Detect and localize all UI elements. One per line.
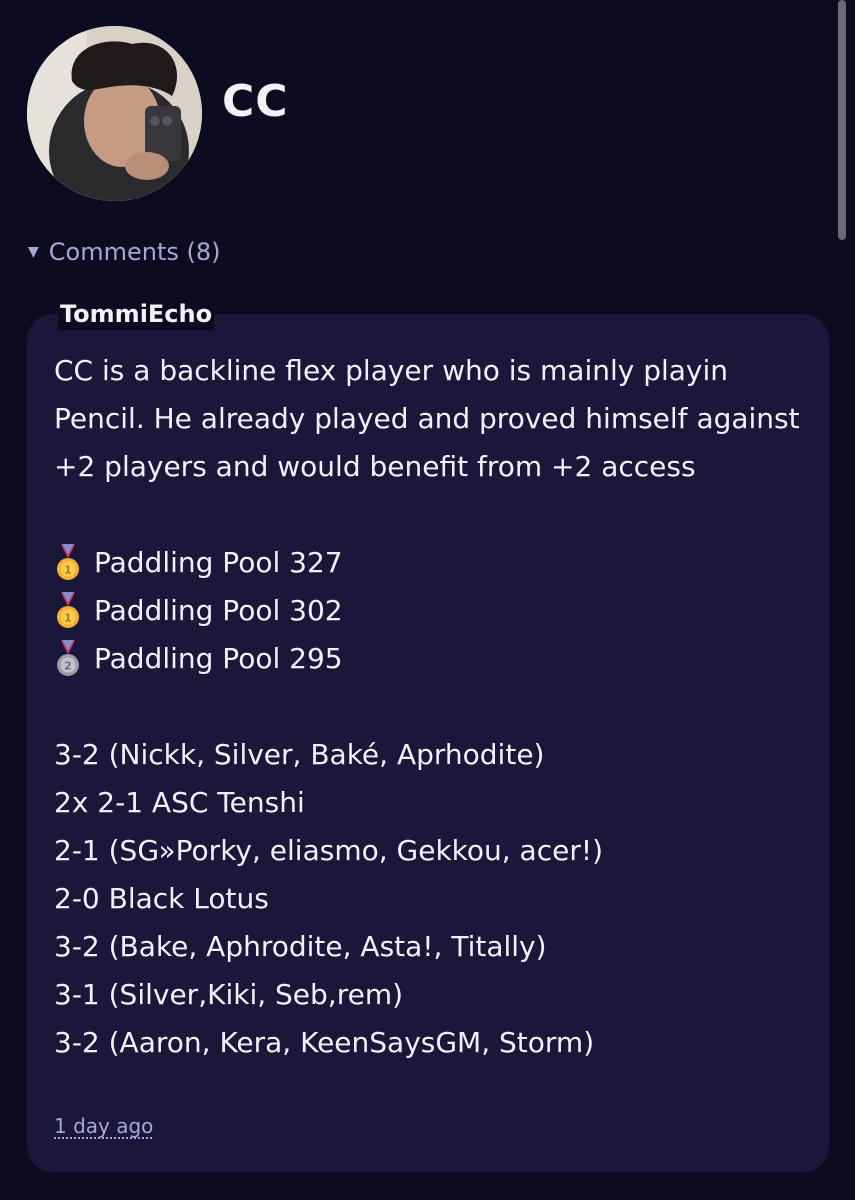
placement-text: Paddling Pool 302 [94,594,343,627]
result-line: 2-0 Black Lotus [54,882,269,915]
svg-text:2: 2 [64,660,72,673]
result-line: 3-2 (Bake, Aphrodite, Asta!, Titally) [54,930,547,963]
gold-medal-icon: 1 [57,544,79,580]
comment-body: CC is a backline flex player who is main… [54,347,814,1067]
placement-text: Paddling Pool 327 [94,546,343,579]
placement-line: 2 Paddling Pool 295 [54,635,814,683]
result-line: 2-1 (SG»Porky, eliasmo, Gekkou, acer!) [54,834,603,867]
comments-toggle[interactable]: ▼ Comments (8) [28,238,221,266]
placement-line: 1 Paddling Pool 327 [54,539,814,587]
comment-author[interactable]: TommiEcho [58,298,215,330]
scrollbar[interactable] [838,0,846,240]
avatar[interactable] [27,26,202,201]
result-line: 3-2 (Nickk, Silver, Baké, Aprhodite) [54,738,545,771]
comment-intro: CC is a backline flex player who is main… [54,354,800,483]
svg-text:1: 1 [64,612,72,625]
svg-text:1: 1 [64,564,72,577]
comment-timestamp[interactable]: 1 day ago [54,1114,153,1138]
profile-page: CC ▼ Comments (8) TommiEcho CC is a back… [0,0,855,1200]
profile-name: CC [222,76,289,127]
caret-down-icon: ▼ [28,244,39,260]
placement-line: 1 Paddling Pool 302 [54,587,814,635]
silver-medal-icon: 2 [57,640,79,676]
result-line: 3-2 (Aaron, Kera, KeenSaysGM, Storm) [54,1026,595,1059]
result-line: 3-1 (Silver,Kiki, Seb,rem) [54,978,404,1011]
gold-medal-icon: 1 [57,592,79,628]
result-line: 2x 2-1 ASC Tenshi [54,786,305,819]
comments-toggle-label: Comments (8) [48,238,221,266]
placement-text: Paddling Pool 295 [94,642,343,675]
